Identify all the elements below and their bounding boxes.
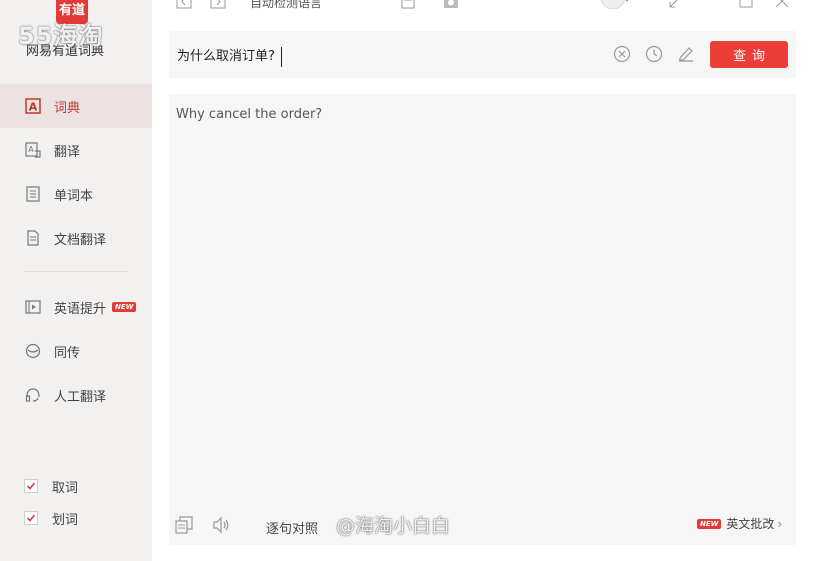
clear-icon[interactable] [613,45,631,63]
checkbox[interactable] [24,479,38,493]
translation-result: Why cancel the order? [176,107,323,122]
sidebar-item-label: 人工翻译 [54,389,107,405]
history-icon[interactable] [645,45,663,63]
maximize-icon[interactable] [738,0,754,8]
search-button[interactable]: 查询 [710,41,788,68]
text-caret [280,46,282,67]
copy-icon[interactable] [175,516,193,534]
sidebar: 有道 网易有道词典 A 词典 A 翻译 单词本 文档翻译 英语提升 NEW 同传… [0,0,152,561]
sidebar-item-wordbook[interactable]: 单词本 [0,172,152,216]
sidebar-item-label: 词典 [54,100,81,116]
watermark-bottom: @海淘小白白 [336,515,451,537]
forward-icon[interactable] [210,0,226,9]
check-label: 划词 [52,512,79,528]
sidebar-divider [24,271,128,272]
sentence-compare-toggle[interactable]: 逐句对照 [266,518,318,537]
sidebar-item-dictionary[interactable]: A 词典 [0,84,152,128]
svg-text:A: A [29,101,38,114]
sidebar-item-document-translate[interactable]: 文档翻译 [0,216,152,260]
dictionary-icon: A [24,97,42,115]
headset-icon [24,386,42,404]
sidebar-item-label: 文档翻译 [54,232,107,248]
sidebar-item-simultaneous[interactable]: 同传 [0,329,152,373]
essay-correction-label: 英文批改 [726,517,775,531]
check-label: 取词 [52,480,79,496]
user-avatar-icon[interactable] [600,0,630,10]
search-input[interactable]: 为什么取消订单? [177,45,282,67]
check-capture-word[interactable]: 取词 [24,476,78,496]
essay-correction-link[interactable]: NEW 英文批改 › [697,515,782,532]
new-badge: NEW [112,302,137,312]
sidebar-item-label: 同传 [54,345,81,361]
sidebar-item-translate[interactable]: A 翻译 [0,128,152,172]
handwriting-icon[interactable] [677,45,695,63]
sidebar-item-label: 翻译 [54,144,81,160]
check-icon [26,514,36,522]
result-panel: Why cancel the order? 逐句对照 NEW 英文批改 › [169,94,796,545]
translate-icon: A [24,141,42,159]
simultaneous-icon [24,342,42,360]
check-icon [26,482,36,490]
video-icon [24,298,42,316]
sidebar-item-english-boost[interactable]: 英语提升 NEW [0,285,152,329]
chevron-right-icon: › [777,516,783,531]
camera-icon[interactable] [443,0,459,8]
notebook-icon[interactable] [400,0,416,9]
auto-detect-language[interactable]: 自动检测语言 [250,0,322,11]
check-select-word[interactable]: 划词 [24,508,78,528]
wordbook-icon [24,185,42,203]
sidebar-item-label: 单词本 [54,188,94,204]
document-icon [24,229,42,247]
svg-text:A: A [28,145,34,154]
checkbox[interactable] [24,511,38,525]
sidebar-item-human-translate[interactable]: 人工翻译 [0,373,152,417]
watermark-top: 55海淘 [18,22,104,50]
back-icon[interactable] [176,0,192,9]
speaker-icon[interactable] [212,516,230,534]
top-toolbar: 自动检测语言 [152,0,830,14]
search-bar: 为什么取消订单? 查询 [169,31,796,78]
expand-icon[interactable] [668,0,684,8]
close-icon[interactable] [774,0,790,8]
sidebar-item-label: 英语提升 [54,301,107,317]
search-query: 为什么取消订单? [177,49,275,64]
new-badge: NEW [697,518,722,529]
